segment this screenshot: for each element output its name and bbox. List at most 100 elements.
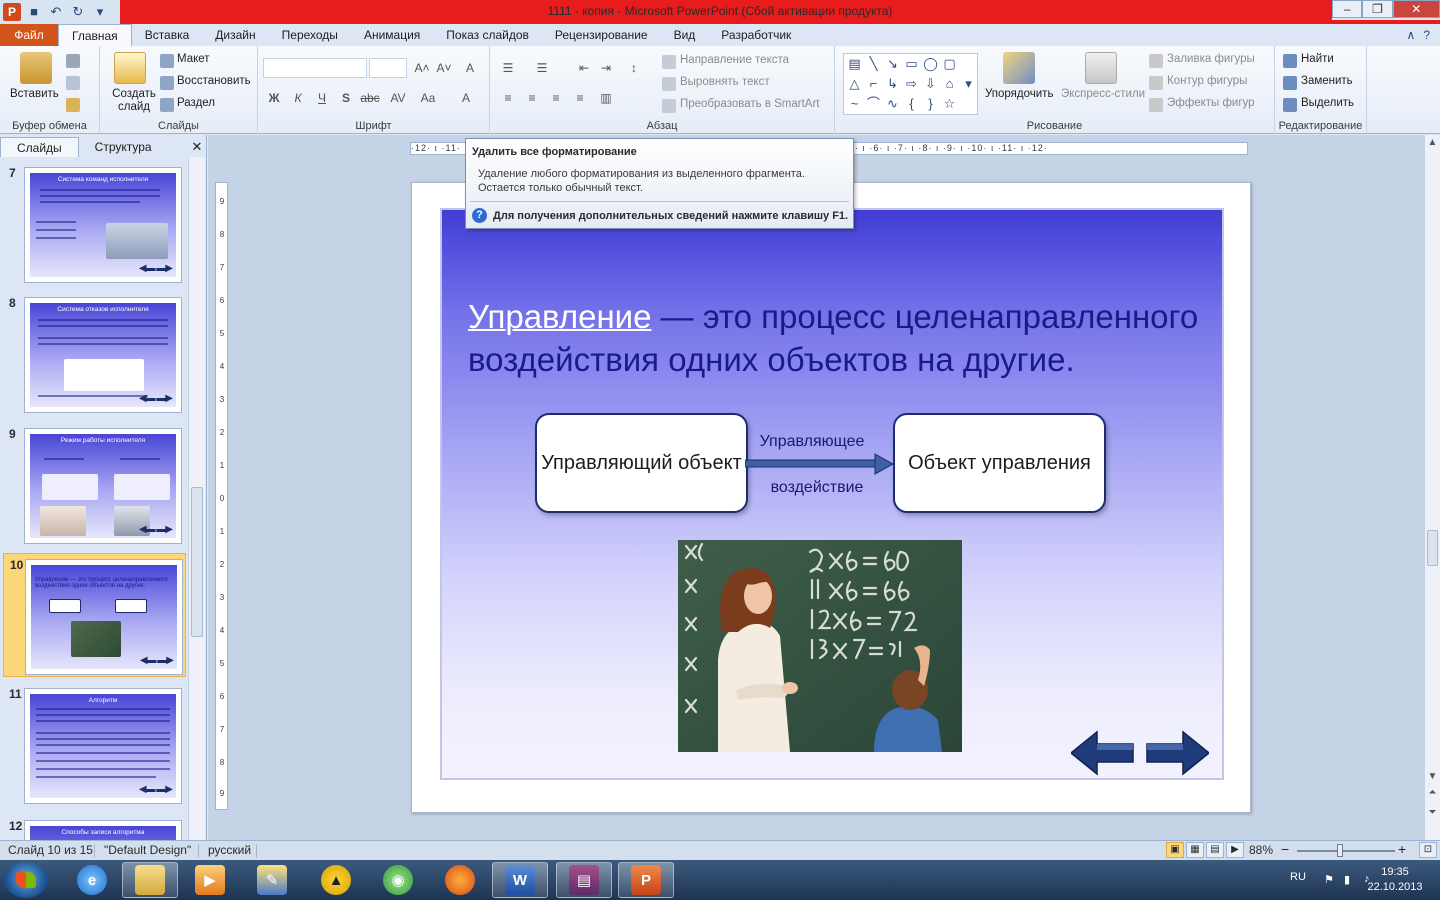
right-brace-icon[interactable]: } [922,95,939,112]
tab-file[interactable]: Файл [0,24,58,46]
minimize-button[interactable]: – [1332,0,1363,18]
left-brace-icon[interactable]: { [903,95,920,112]
elbow-connector-icon[interactable]: ⌐ [865,75,882,92]
decrease-indent-icon[interactable]: ⇤ [574,59,594,77]
taskbar-explorer[interactable] [122,862,178,898]
zoom-out-button[interactable]: − [1281,841,1289,857]
save-icon[interactable]: ■ [25,3,43,21]
slide-thumbnail-9[interactable]: 9 Режим работы исполнителя ◀▬ ▬▶ [3,423,186,547]
slide-sorter-icon[interactable]: ▦ [1186,842,1204,858]
italic-button[interactable]: К [288,89,308,107]
tab-animations[interactable]: Анимация [351,24,433,46]
controlled-object-box[interactable]: Объект управления [893,413,1106,513]
powerpoint-logo-icon[interactable]: P [3,3,21,21]
zoom-in-button[interactable]: + [1398,841,1406,857]
heading-hyperlink[interactable]: Управление [468,298,651,335]
shape-outline-button[interactable]: Контур фигуры [1167,75,1247,87]
new-slide-icon[interactable] [114,52,146,84]
slide-thumbnail-7[interactable]: 7 Система команд исполнителя ◀▬ ▬▶ [3,162,186,286]
select-button[interactable]: Выделить [1301,97,1354,109]
scrollbar-thumb[interactable] [1427,530,1438,566]
numbering-icon[interactable]: ☰ [532,59,552,77]
text-direction-button[interactable]: Направление текста [680,54,789,66]
shrink-font-button[interactable]: A˅ [434,59,454,77]
new-slide-button[interactable]: Создать слайд [110,88,158,114]
slide-thumbnail-11[interactable]: 11 Алгоритм ◀▬ ▬▶ [3,683,186,807]
text-direction-icon[interactable] [662,55,676,69]
scribble-shape-icon[interactable]: ~ [846,95,863,112]
slideshow-view-icon[interactable]: ▶ [1226,842,1244,858]
tab-transitions[interactable]: Переходы [269,24,351,46]
quick-styles-icon[interactable] [1085,52,1117,84]
grow-font-button[interactable]: A˄ [412,59,432,77]
replace-button[interactable]: Заменить [1301,75,1353,87]
input-language[interactable]: RU [1290,871,1306,883]
taskbar-firefox[interactable] [432,862,488,898]
elbow-arrow-icon[interactable]: ↳ [884,75,901,92]
font-name-combo[interactable] [263,58,367,78]
scroll-up-icon[interactable]: ▲ [1425,137,1440,148]
taskbar-winrar[interactable]: ▤ [556,862,612,898]
tab-review[interactable]: Рецензирование [542,24,661,46]
start-button[interactable] [4,862,48,898]
section-icon[interactable] [160,98,174,112]
tab-slides[interactable]: Слайды [0,137,79,157]
replace-icon[interactable] [1283,76,1297,90]
shape-outline-icon[interactable] [1149,76,1163,90]
taskbar-internet-explorer[interactable]: e [64,862,120,898]
section-button[interactable]: Раздел [177,97,215,109]
shadow-button[interactable]: S [336,89,356,107]
reset-icon[interactable] [160,76,174,90]
customize-qat-icon[interactable]: ▾ [91,3,109,21]
paste-button[interactable]: Вставить [10,88,59,100]
zoom-slider-knob[interactable] [1337,844,1343,857]
language-indicator[interactable]: русский [208,843,251,857]
scrollbar-thumb[interactable] [191,487,203,637]
change-case-button[interactable]: Aa [416,89,440,107]
close-pane-icon[interactable]: ✕ [187,137,207,157]
clock[interactable]: 19:35 22.10.2013 [1360,865,1430,895]
arrange-icon[interactable] [1003,52,1035,84]
align-text-button[interactable]: Выровнять текст [680,76,770,88]
zoom-level[interactable]: 88% [1249,843,1273,857]
tab-home[interactable]: Главная [58,24,132,46]
tab-developer[interactable]: Разработчик [708,24,804,46]
shape-fill-icon[interactable] [1149,54,1163,68]
shape-effects-button[interactable]: Эффекты фигур [1167,97,1255,109]
shapes-gallery[interactable]: ▤ ╲ ↘ ▭ ◯ ▢ △ ⌐ ↳ ⇨ ⇩ ⌂ ~ ⌒ ∿ { } ☆ ▾ [843,53,978,115]
tab-outline[interactable]: Структура [79,137,168,157]
rounded-rect-shape-icon[interactable]: ▢ [941,55,958,72]
find-button[interactable]: Найти [1301,53,1334,65]
arrow-line-shape-icon[interactable]: ↘ [884,55,901,72]
justify-icon[interactable]: ≡ [570,89,590,107]
previous-slide-icon[interactable]: ⏶ [1425,787,1440,798]
clear-formatting-button[interactable]: A [460,59,480,77]
slide-thumbnail-12[interactable]: 12 Способы записи алгоритма [3,815,186,840]
rectangle-shape-icon[interactable]: ▭ [903,55,920,72]
fit-to-window-icon[interactable]: ⊡ [1419,842,1437,858]
line-spacing-icon[interactable]: ↕ [624,59,644,77]
minimize-ribbon-icon[interactable]: ∧ [1407,24,1416,46]
close-button[interactable]: ✕ [1392,0,1440,18]
freeform-shape-icon[interactable]: ⌂ [941,75,958,92]
taskbar-daemon-tools[interactable]: ▲ [308,862,364,898]
scroll-down-icon[interactable]: ▼ [1425,771,1440,782]
bold-button[interactable]: Ж [264,89,284,107]
align-text-icon[interactable] [662,77,676,91]
flag-tray-icon[interactable]: ⚑ [1324,873,1336,886]
copy-icon[interactable] [66,76,80,90]
tab-view[interactable]: Вид [661,24,709,46]
taskbar-word[interactable]: W [492,862,548,898]
teacher-chalkboard-photo[interactable] [678,540,962,752]
cut-icon[interactable] [66,54,80,68]
select-icon[interactable] [1283,98,1297,112]
gallery-more-icon[interactable]: ▾ [960,75,977,92]
find-icon[interactable] [1283,54,1297,68]
font-size-combo[interactable] [369,58,407,78]
slides-pane-scrollbar[interactable] [188,157,205,840]
forward-arrow-icon[interactable] [1145,730,1209,776]
taskbar-media-player[interactable]: ▶ [182,862,238,898]
slide-heading[interactable]: Управление — это процесс целенаправленно… [468,295,1220,381]
convert-smartart-button[interactable]: Преобразовать в SmartArt [680,98,820,110]
align-left-icon[interactable]: ≡ [498,89,518,107]
